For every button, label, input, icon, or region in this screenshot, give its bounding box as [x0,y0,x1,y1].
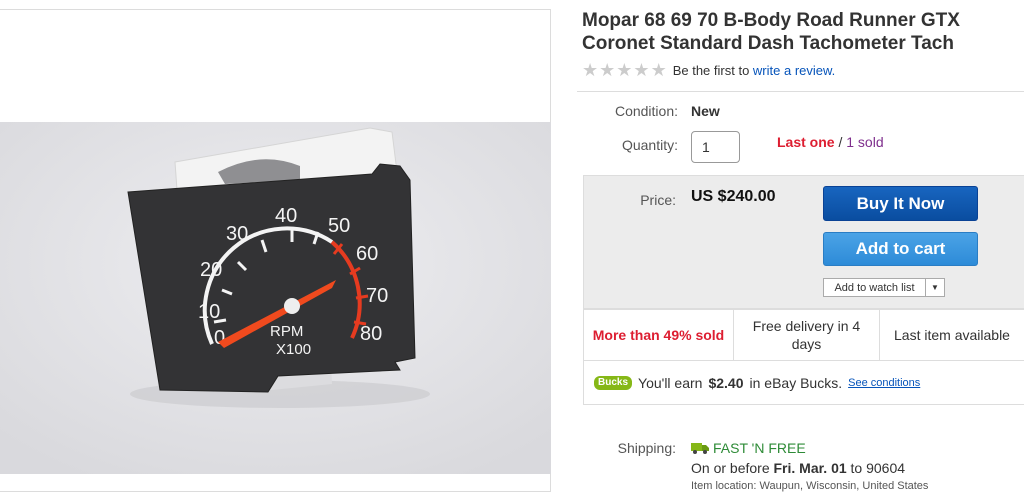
tick-label-10: 10 [198,301,220,323]
condition-value: New [691,103,720,119]
rating-row: ★ ★ ★ ★ ★ Be the first to write a review… [582,61,835,79]
tachometer-illustration: 0 10 20 30 40 50 60 70 80 RPM X100 [0,122,551,474]
star-empty-icon: ★ [582,60,599,80]
item-location: Item location: Waupun, Wisconsin, United… [691,480,929,492]
rpm-label: RPM [270,323,303,340]
quantity-label: Quantity: [621,137,678,153]
condition-label: Condition: [614,103,678,119]
date-prefix: On or before [691,460,770,476]
bucks-text-suffix: in eBay Bucks. [749,374,843,391]
fast-n-free-text: FAST 'N FREE [713,440,806,456]
image-viewer: 0 10 20 30 40 50 60 70 80 RPM X100 [0,9,551,492]
quantity-input[interactable] [691,131,740,163]
separator: / [834,134,847,150]
tick-label-30: 30 [226,223,248,245]
star-empty-icon: ★ [616,60,633,80]
tick-label-40: 40 [275,205,297,227]
tick-label-80: 80 [360,323,382,345]
ebay-bucks-row: Bucks You'll earn $2.40 in eBay Bucks. S… [583,361,1024,405]
gauge-face [127,163,416,393]
tick-label-70: 70 [366,285,388,307]
product-image[interactable]: 0 10 20 30 40 50 60 70 80 RPM X100 [0,122,551,474]
star-empty-icon: ★ [633,60,650,80]
price-value: US $240.00 [691,188,776,205]
buy-it-now-button[interactable]: Buy It Now [823,186,978,221]
bucks-amount: $2.40 [708,374,744,391]
add-to-cart-button[interactable]: Add to cart [823,232,978,266]
write-review-link[interactable]: write a review. [753,63,835,78]
tick-label-20: 20 [200,259,222,281]
tick-label-50: 50 [328,215,350,237]
divider [577,91,1024,92]
delivery-signal: Free delivery in 4 days [734,310,880,360]
watch-list-label[interactable]: Add to watch list [824,279,926,296]
see-conditions-link[interactable]: See conditions [848,377,920,389]
bucks-logo-icon: Bucks [594,375,633,390]
bucks-text-prefix: You'll earn [638,374,703,391]
availability: Last one / 1 sold [777,134,884,150]
watch-list-button[interactable]: Add to watch list ▼ [823,278,945,297]
product-title-line2: Coronet Standard Dash Tachometer Tach [582,33,954,54]
review-prefix: Be the first to [672,62,750,78]
star-empty-icon: ★ [650,60,667,80]
price-label: Price: [640,192,676,208]
truck-icon [691,441,709,457]
purchase-signals: More than 49% sold Free delivery in 4 da… [583,309,1024,361]
star-empty-icon: ★ [599,60,616,80]
sold-percent-signal: More than 49% sold [584,310,734,360]
shipping-method: FAST 'N FREE [691,440,806,457]
product-title-line1: Mopar 68 69 70 B-Body Road Runner GTX [582,10,960,31]
last-item-signal: Last item available [894,327,1010,343]
last-one-text: Last one [777,134,835,150]
product-title: Mopar 68 69 70 B-Body Road Runner GTX Co… [582,9,1012,55]
delivery-date: Fri. Mar. 01 [773,460,847,476]
delivery-zip: to 90604 [850,460,906,476]
chevron-down-icon[interactable]: ▼ [926,279,944,296]
x100-label: X100 [276,341,311,358]
sold-count-link[interactable]: 1 sold [846,134,883,150]
star-rating: ★ ★ ★ ★ ★ [582,61,667,79]
tick-label-60: 60 [356,243,378,265]
delivery-estimate: On or before Fri. Mar. 01 to 90604 [691,460,905,476]
shipping-label: Shipping: [617,440,676,456]
